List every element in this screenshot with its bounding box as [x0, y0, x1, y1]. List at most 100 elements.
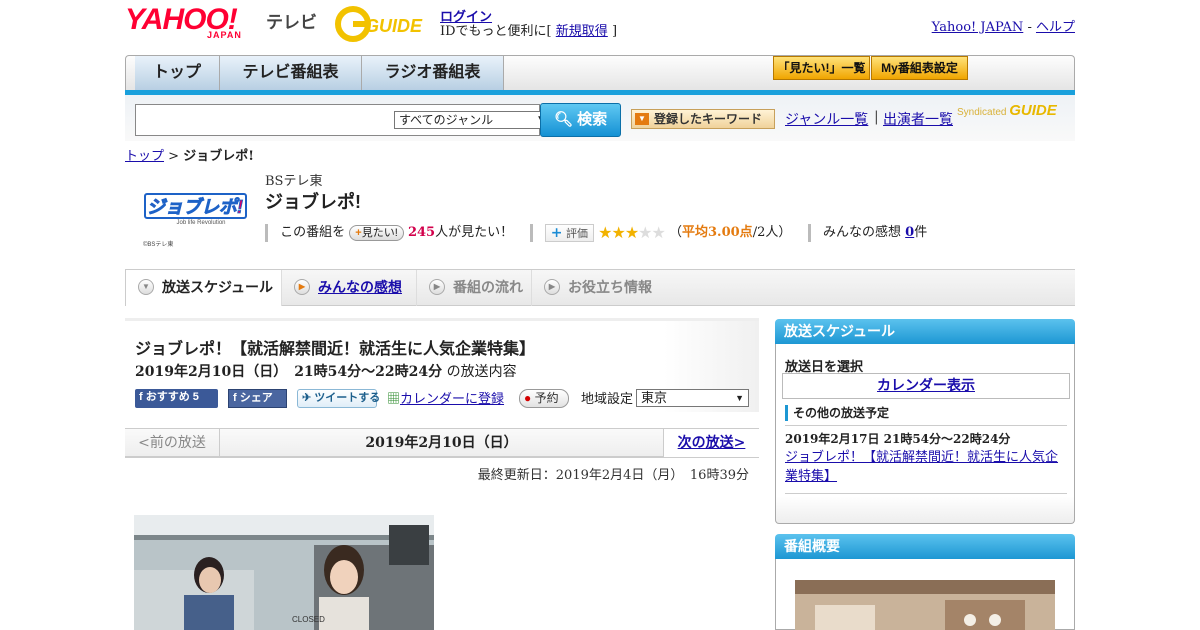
- header-links: Yahoo! JAPAN - ヘルプ: [932, 16, 1075, 35]
- program-tabs: ▼ 放送スケジュール ▶ みんなの感想 ▶ 番組の流れ ▶ お役立ち情報: [125, 269, 1075, 306]
- cast-list-link[interactable]: 出演者一覧: [883, 109, 953, 129]
- signup-link[interactable]: 新規取得: [556, 24, 608, 39]
- program-title: ジョブレポ!: [265, 192, 361, 212]
- meta-divider: [265, 223, 268, 242]
- chevron-right-icon: ▶: [429, 279, 445, 295]
- mitai-count: 245: [407, 225, 436, 240]
- mitai-button[interactable]: +見たい!: [349, 224, 404, 241]
- search-button-label: 検索: [577, 111, 608, 128]
- yahoo-logo[interactable]: YAHOO! JAPAN: [125, 5, 262, 41]
- star-empty-icon: ★: [638, 223, 652, 242]
- other-broadcast-date: 2019年2月17日 21時54分～22時24分: [785, 432, 1011, 446]
- tab-useful-info[interactable]: ▶ お役立ち情報: [532, 270, 667, 306]
- tab-schedule[interactable]: ▼ 放送スケジュール: [125, 270, 282, 306]
- breadcrumb-current: ジョブレポ!: [183, 149, 254, 164]
- yahoo-japan-link[interactable]: Yahoo! JAPAN: [932, 20, 1024, 35]
- image-sign-text: CLOSED: [292, 615, 325, 624]
- rating-button[interactable]: + 評価: [544, 223, 594, 242]
- nav-tab-radio-schedule[interactable]: ラジオ番組表: [362, 56, 504, 90]
- my-schedule-button[interactable]: My番組表設定: [871, 56, 968, 80]
- breadcrumb-separator: >: [168, 149, 180, 164]
- genre-list-link[interactable]: ジャンル一覧: [785, 109, 868, 129]
- main-nav: トップ テレビ番組表 ラジオ番組表 「見たい!」一覧 My番組表設定: [125, 55, 1075, 91]
- nav-tab-top[interactable]: トップ: [135, 56, 220, 90]
- other-broadcast-link[interactable]: ジョブレポ！【就活解禁間近！就活生に人気企業特集】: [785, 448, 1067, 486]
- breadcrumb: トップ > ジョブレポ!: [125, 145, 254, 164]
- plus-icon: +: [550, 224, 563, 241]
- genre-select[interactable]: すべてのジャンル ▼: [394, 111, 549, 129]
- rating-button-label: 評価: [566, 226, 588, 240]
- program-logo-copyright: ©BSテレ東: [143, 242, 174, 248]
- episode-datetime-suffix: の放送内容: [446, 364, 517, 380]
- region-select-value: 東京: [641, 390, 668, 405]
- date-nav: <前の放送 2019年2月10日（日） 次の放送>: [125, 428, 759, 458]
- tab-label: 番組の流れ: [453, 279, 523, 295]
- nav-tab-tv-schedule[interactable]: テレビ番組表: [220, 56, 362, 90]
- program-logo-text: ジョブレポ!: [147, 197, 243, 217]
- search-icon: 🔍︎: [553, 111, 573, 128]
- breadcrumb-top[interactable]: トップ: [125, 149, 164, 164]
- calendar-register-link[interactable]: カレンダーに登録: [400, 391, 504, 406]
- facebook-share-button[interactable]: f シェア: [228, 389, 287, 408]
- keyword-button[interactable]: ▼ 登録したキーワード: [631, 109, 775, 129]
- search-bar: すべてのジャンル ▼ 🔍︎ 検索 ▼ 登録したキーワード ジャンル一覧 | 出演…: [125, 95, 1075, 141]
- schedule-panel: 放送日を選択 カレンダー表示 その他の放送予定 2019年2月17日 21時54…: [775, 344, 1075, 524]
- comments-count-link[interactable]: 0: [905, 225, 914, 240]
- comments-unit: 件: [914, 225, 928, 240]
- id-note-prefix: IDでもっと便利に[: [440, 24, 552, 39]
- episode-time: 2019年2月10日（日） 21時54分～22時24分 の放送内容: [135, 361, 517, 381]
- episode-photo: CLOSED: [134, 515, 434, 630]
- meta-divider: [807, 223, 811, 242]
- overview-panel: [775, 559, 1075, 630]
- facebook-recommend-button[interactable]: f おすすめ 5: [135, 389, 218, 408]
- facebook-icon: f: [139, 391, 143, 403]
- program-logo-sub: Job life Revolution: [176, 220, 225, 226]
- star-icon: ★: [611, 223, 625, 242]
- twitter-icon: ✈: [302, 392, 312, 404]
- next-broadcast-link[interactable]: 次の放送>: [663, 429, 759, 457]
- tab-comments[interactable]: ▶ みんなの感想: [282, 270, 417, 306]
- calendar-register[interactable]: ▦カレンダーに登録: [387, 390, 504, 409]
- service-name[interactable]: テレビ: [266, 8, 317, 33]
- facebook-recommend-count: 5: [192, 391, 199, 403]
- search-button[interactable]: 🔍︎ 検索: [540, 103, 621, 137]
- mitai-button-label: 見たい!: [361, 226, 398, 239]
- arrow-down-icon: ▼: [635, 113, 649, 125]
- reserve-button[interactable]: ● 予約: [519, 389, 569, 408]
- prev-broadcast-link[interactable]: <前の放送: [125, 429, 220, 457]
- tweet-label: ツイートする: [314, 392, 381, 404]
- id-note: IDでもっと便利に[ 新規取得 ]: [440, 20, 617, 39]
- region-label: 地域設定: [581, 391, 634, 406]
- tab-program-flow[interactable]: ▶ 番組の流れ: [417, 270, 532, 306]
- calendar-view-link[interactable]: カレンダー表示: [877, 378, 975, 394]
- program-logo-image: ジョブレポ! Job life Revolution: [144, 193, 247, 226]
- reserve-label: 予約: [534, 391, 559, 405]
- facebook-icon: f: [233, 392, 237, 404]
- facebook-recommend-label: おすすめ: [145, 391, 190, 403]
- chevron-down-icon: ▼: [138, 279, 154, 295]
- comments-label: みんなの感想: [823, 225, 902, 240]
- mitai-list-button[interactable]: 「見たい!」一覧: [773, 56, 870, 80]
- tab-label: お役立ち情報: [568, 279, 652, 295]
- chevron-right-icon: ▶: [544, 279, 560, 295]
- overview-image: [795, 580, 1055, 630]
- calendar-view-button[interactable]: カレンダー表示: [782, 373, 1070, 399]
- syndicated-text: Syndicated: [957, 107, 1007, 118]
- yahoo-logo-sub: JAPAN: [207, 30, 242, 40]
- channel-name: BSテレ東: [265, 174, 323, 189]
- search-input[interactable]: すべてのジャンル ▼: [135, 104, 549, 136]
- gguide-logo-icon: GUIDE: [335, 6, 423, 42]
- tweet-button[interactable]: ✈ ツイートする: [297, 389, 381, 408]
- gguide-logo[interactable]: GUIDE: [335, 6, 435, 42]
- region-select[interactable]: 東京 ▼: [636, 389, 749, 407]
- chevron-right-icon: ▶: [294, 279, 310, 295]
- gguide-logo-text: GUIDE: [365, 16, 423, 36]
- last-updated: 最終更新日：2019年2月4日（月） 16時39分: [477, 468, 749, 483]
- genre-select-value: すべてのジャンル: [399, 113, 494, 127]
- star-icon: ★: [624, 223, 639, 242]
- keyword-button-label: 登録したキーワード: [654, 112, 763, 126]
- help-link[interactable]: ヘルプ: [1036, 20, 1075, 35]
- episode-title: ジョブレポ！【就活解禁間近！就活生に人気企業特集】: [135, 341, 536, 358]
- rating-stars: ★★★★★: [598, 223, 666, 242]
- header-separator: -: [1027, 20, 1032, 35]
